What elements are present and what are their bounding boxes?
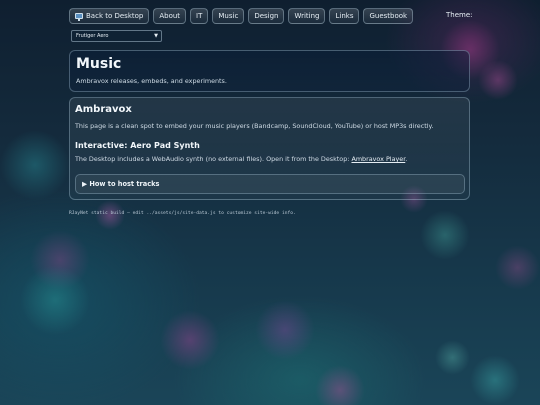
ambravox-player-link[interactable]: Ambravox Player	[351, 155, 405, 163]
ambravox-description: This page is a clean spot to embed your …	[75, 122, 434, 130]
bokeh-decoration	[315, 365, 365, 405]
synth-heading: Interactive: Aero Pad Synth	[75, 141, 200, 150]
theme-select[interactable]: Frutiger Aero ▼	[71, 30, 162, 42]
bokeh-decoration	[470, 355, 520, 405]
top-nav: Back to Desktop About IT Music Design Wr…	[69, 8, 470, 24]
bokeh-decoration	[478, 60, 518, 100]
theme-select-value: Frutiger Aero	[76, 33, 109, 39]
desktop-icon	[75, 13, 83, 21]
nav-link-about[interactable]: About	[153, 8, 187, 24]
chevron-down-icon: ▼	[154, 33, 158, 39]
bokeh-decoration	[160, 310, 220, 370]
nav-link-writing[interactable]: Writing	[288, 8, 326, 24]
synth-description-text: The Desktop includes a WebAudio synth (n…	[75, 155, 352, 163]
back-to-desktop-button[interactable]: Back to Desktop	[69, 8, 150, 24]
bokeh-decoration	[420, 210, 470, 260]
bokeh-decoration	[0, 130, 70, 200]
bokeh-decoration	[495, 245, 540, 290]
top-nav-container: Back to Desktop About IT Music Design Wr…	[69, 8, 470, 24]
nav-link-links[interactable]: Links	[329, 8, 360, 24]
page-title: Music	[76, 56, 122, 72]
footer-note: RJayNet static build — edit ../assets/js…	[69, 211, 296, 216]
synth-description: The Desktop includes a WebAudio synth (n…	[75, 155, 407, 163]
music-header-panel: Music Ambravox releases, embeds, and exp…	[69, 50, 470, 92]
back-to-desktop-label: Back to Desktop	[86, 12, 144, 20]
nav-link-guestbook[interactable]: Guestbook	[363, 8, 414, 24]
nav-link-design[interactable]: Design	[248, 8, 285, 24]
ambravox-panel: Ambravox This page is a clean spot to em…	[69, 97, 470, 200]
nav-link-it[interactable]: IT	[190, 8, 209, 24]
bokeh-decoration	[255, 300, 315, 360]
synth-description-end: .	[405, 155, 408, 163]
nav-link-music[interactable]: Music	[212, 8, 245, 24]
page-subtitle: Ambravox releases, embeds, and experimen…	[76, 77, 227, 85]
ambravox-heading: Ambravox	[75, 104, 132, 115]
theme-label: Theme:	[446, 11, 473, 19]
bokeh-decoration	[20, 265, 90, 335]
how-to-host-tracks-toggle[interactable]: ▶ How to host tracks	[75, 174, 465, 194]
bokeh-decoration	[435, 340, 470, 375]
bokeh-decoration	[30, 230, 90, 290]
